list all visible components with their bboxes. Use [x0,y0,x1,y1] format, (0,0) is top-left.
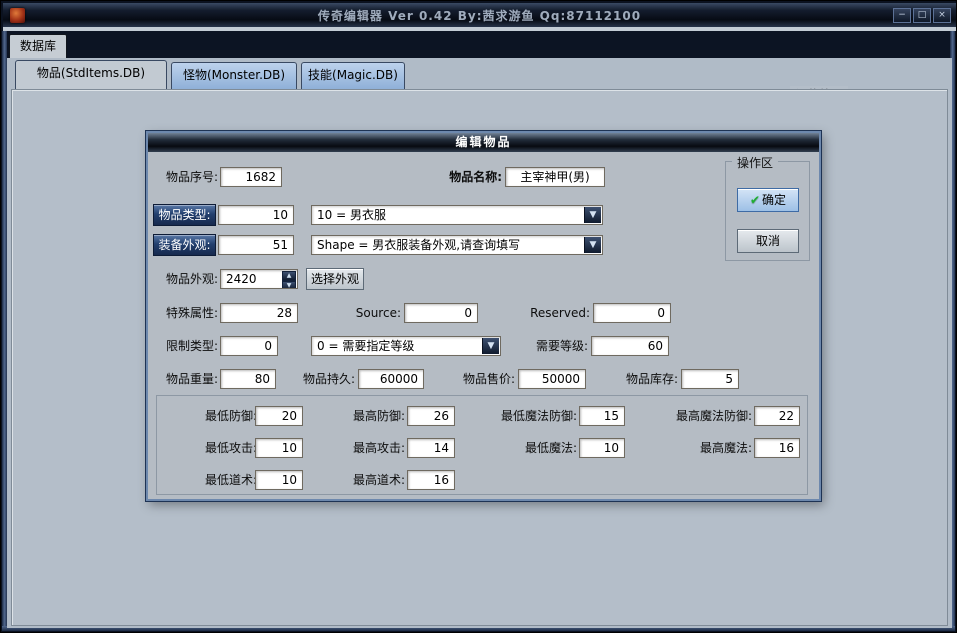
chevron-down-icon[interactable]: ▼ [584,237,601,253]
chevron-down-icon[interactable]: ▼ [584,207,601,223]
equip-shape-combo[interactable]: Shape = 男衣服装备外观,请查询填写 ▼ [311,235,603,255]
durability-label: 物品持久: [293,369,355,389]
window-title: 传奇编辑器 Ver 0.42 By:茜求游鱼 Qq:87112100 [3,7,956,24]
stat-label: 最高防御: [317,406,405,426]
choose-look-button[interactable]: 选择外观 [306,268,364,290]
reserved-input[interactable]: 0 [593,303,671,323]
item-index-input[interactable]: 1682 [220,167,282,187]
stat-label: 最低道术: [163,470,257,490]
maximize-button[interactable]: □ [913,8,931,23]
dialog-title: 编辑物品 [148,133,819,152]
price-input[interactable]: 50000 [518,369,586,389]
stat-input[interactable]: 16 [407,470,455,490]
tab-magic[interactable]: 技能(Magic.DB) [301,62,405,89]
stat-label: 最低防御: [163,406,257,426]
equip-shape-label[interactable]: 装备外观: [153,234,216,256]
stat-input[interactable]: 10 [255,470,303,490]
item-type-combo[interactable]: 10 = 男衣服 ▼ [311,205,603,225]
stock-label: 物品库存: [616,369,678,389]
item-index-label: 物品序号: [156,167,218,187]
stats-fieldset: 最低防御:20最高防御:26最低魔法防御:15最高魔法防御:22最低攻击:10最… [156,395,808,495]
reserved-label: Reserved: [530,303,590,323]
close-button[interactable]: × [933,8,951,23]
stat-input[interactable]: 16 [754,438,800,458]
limit-type-combo[interactable]: 0 = 需要指定等级 ▼ [311,336,501,356]
special-label: 特殊属性: [156,303,218,323]
stat-label: 最高魔法: [637,438,752,458]
source-input[interactable]: 0 [404,303,478,323]
item-type-input[interactable]: 10 [218,205,294,225]
need-level-input[interactable]: 60 [591,336,669,356]
source-label: Source: [343,303,401,323]
stat-input[interactable]: 22 [754,406,800,426]
app-icon [10,8,25,23]
stat-label: 最高魔法防御: [637,406,752,426]
stat-input[interactable]: 15 [579,406,625,426]
durability-input[interactable]: 60000 [358,369,424,389]
stat-label: 最高道术: [317,470,405,490]
ok-button-label: 确定 [762,193,786,207]
ok-button[interactable]: ✔确定 [737,188,799,212]
window-titlebar: 传奇编辑器 Ver 0.42 By:茜求游鱼 Qq:87112100 − □ × [3,3,956,27]
minimize-button[interactable]: − [893,8,911,23]
limit-type-label: 限制类型: [156,336,218,356]
ops-group-title: 操作区 [732,154,778,171]
main-tabstrip [3,31,956,58]
equip-shape-combo-text: Shape = 男衣服装备外观,请查询填写 [317,238,520,252]
stat-label: 最低攻击: [163,438,257,458]
tab-stditems[interactable]: 物品(StdItems.DB) [15,60,167,89]
app-window: 传奇编辑器 Ver 0.42 By:茜求游鱼 Qq:87112100 − □ ×… [0,0,957,633]
item-type-label[interactable]: 物品类型: [153,204,216,226]
stat-label: 最高攻击: [317,438,405,458]
special-input[interactable]: 28 [220,303,298,323]
item-name-input[interactable]: 主宰神甲(男) [505,167,605,187]
stat-input[interactable]: 10 [579,438,625,458]
stat-input[interactable]: 14 [407,438,455,458]
price-label: 物品售价: [453,369,515,389]
stat-label: 最低魔法: [467,438,577,458]
stat-label: 最低魔法防御: [467,406,577,426]
tab-database[interactable]: 数据库 [9,34,67,58]
limit-type-input[interactable]: 0 [220,336,278,356]
item-name-label: 物品名称: [438,167,502,187]
stock-input[interactable]: 5 [681,369,739,389]
item-look-value: 2420 [226,272,257,286]
chevron-down-icon[interactable]: ▼ [482,338,499,354]
stat-input[interactable]: 20 [255,406,303,426]
stat-input[interactable]: 10 [255,438,303,458]
limit-type-combo-text: 0 = 需要指定等级 [317,339,414,353]
spin-down-icon[interactable]: ▼ [282,281,296,289]
edit-item-dialog: 编辑物品 物品序号: 1682 物品名称: 主宰神甲(男) 物品类型: 10 1… [146,131,821,501]
ops-groupbox: 操作区 ✔确定 取消 [725,161,810,261]
item-type-combo-text: 10 = 男衣服 [317,208,386,222]
equip-shape-input[interactable]: 51 [218,235,294,255]
weight-label: 物品重量: [156,369,218,389]
item-look-label: 物品外观: [156,269,218,289]
need-level-label: 需要等级: [528,336,588,356]
spin-up-icon[interactable]: ▲ [282,271,296,281]
check-icon: ✔ [750,193,760,207]
stat-input[interactable]: 26 [407,406,455,426]
cancel-button[interactable]: 取消 [737,229,799,253]
item-look-spinner[interactable]: 2420 ▲ ▼ [220,269,298,289]
weight-input[interactable]: 80 [220,369,276,389]
tab-monster[interactable]: 怪物(Monster.DB) [171,62,297,89]
